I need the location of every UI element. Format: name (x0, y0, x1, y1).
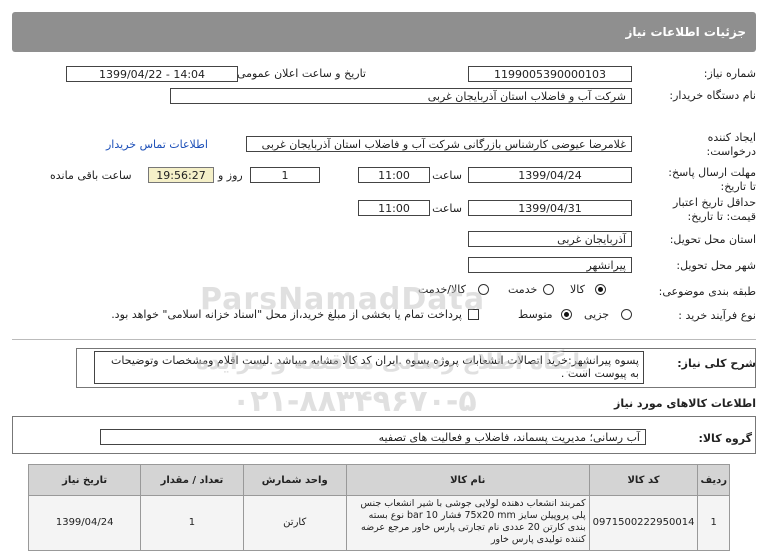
need-number-field[interactable]: 1199005390000103 (468, 66, 632, 82)
goods-section-title: اطلاعات کالاهای مورد نیاز (614, 397, 756, 410)
description-text: پسوه پیرانشهر:خرید اتصالات انشعابات پروژ… (94, 351, 644, 384)
validity-time-label: ساعت (432, 202, 462, 215)
cell-unit: کارتن (242, 495, 347, 551)
creator-label-line1: ایجاد کننده (707, 131, 756, 144)
process-option-medium: متوسط (518, 308, 553, 321)
deadline-time-label: ساعت (432, 169, 462, 182)
buyer-contact-link[interactable]: اطلاعات تماس خریدار (106, 138, 208, 151)
validity-label-line1: حداقل تاریخ اعتبار (672, 196, 756, 209)
process-radio-minor[interactable] (621, 309, 632, 320)
goods-group-label: گروه کالا: (698, 432, 752, 445)
deadline-date-field[interactable]: 1399/04/24 (468, 167, 632, 183)
creator-label-line2: درخواست: (706, 145, 756, 158)
goods-table-header: ردیف کد کالا نام کالا واحد شمارش تعداد /… (27, 464, 730, 496)
deadline-time-field[interactable]: 11:00 (358, 167, 430, 183)
goods-group-field[interactable]: آب رسانی؛ مدیریت پسماند، فاضلاب و فعالیت… (100, 429, 646, 445)
header-item-code: کد کالا (588, 464, 699, 496)
validity-date-field[interactable]: 1399/04/31 (468, 200, 632, 216)
cell-item-code: 0971500222950014 (588, 495, 699, 551)
announce-label: تاریخ و ساعت اعلان عمومی: (233, 67, 366, 80)
table-row[interactable]: 1 0971500222950014 کمربند انشعاب دهنده ل… (27, 495, 730, 551)
page-title: جزئیات اطلاعات نیاز (625, 25, 746, 39)
process-option-minor: جزیی (584, 308, 610, 321)
category-radio-service[interactable] (543, 284, 554, 295)
category-radio-goods-service[interactable] (478, 284, 489, 295)
page-header: جزئیات اطلاعات نیاز (12, 12, 756, 52)
process-radio-medium[interactable] (561, 309, 572, 320)
remaining-time-label: ساعت باقی مانده (50, 169, 132, 182)
deadline-label-line1: مهلت ارسال پاسخ: (668, 166, 756, 179)
treasury-payment-checkbox[interactable] (468, 309, 479, 320)
category-label: طبقه بندی موضوعی: (658, 285, 756, 298)
province-label: استان محل تحویل: (669, 233, 756, 246)
cell-item-name: کمربند انشعاب دهنده لولایی جوشی با شیر ا… (345, 495, 590, 551)
city-field[interactable]: پیرانشهر (468, 257, 632, 273)
cell-need-date: 1399/04/24 (27, 495, 142, 551)
creator-field[interactable]: غلامرضا عیوضی کارشناس بازرگانی شرکت آب و… (246, 136, 632, 152)
category-radio-goods[interactable] (595, 284, 606, 295)
deadline-label-line2: تا تاریخ: (720, 180, 756, 193)
section-divider (12, 339, 756, 340)
buyer-label: نام دستگاه خریدار: (669, 89, 756, 102)
category-option-goods: کالا (570, 283, 585, 296)
validity-time-field[interactable]: 11:00 (358, 200, 430, 216)
watermark-phone: ۰۲۱-۸۸۳۴۹۶۷۰-۵ (232, 384, 477, 419)
province-field[interactable]: آذربایجان غربی (468, 231, 632, 247)
header-item-name: نام کالا (345, 464, 590, 496)
buyer-field[interactable]: شرکت آب و فاضلاب استان آذربایجان غربی (170, 88, 632, 104)
category-option-service: خدمت (508, 283, 538, 296)
treasury-payment-note: پرداخت تمام یا بخشی از مبلغ خرید،از محل … (111, 308, 462, 321)
announce-field[interactable]: 1399/04/22 - 14:04 (66, 66, 238, 82)
header-need-date: تاریخ نیاز (27, 464, 142, 496)
header-unit: واحد شمارش (242, 464, 347, 496)
validity-label-line2: قیمت: تا تاریخ: (687, 210, 756, 223)
process-label: نوع فرآیند خرید : (678, 309, 756, 322)
header-quantity: تعداد / مقدار (140, 464, 244, 496)
cell-quantity: 1 (140, 495, 244, 551)
days-label: روز و (218, 169, 243, 182)
need-number-label: شماره نیاز: (703, 67, 756, 80)
days-remaining-field[interactable]: 1 (250, 167, 320, 183)
cell-row-number: 1 (697, 495, 730, 551)
remaining-time-field: 19:56:27 (148, 167, 214, 183)
goods-table: ردیف کد کالا نام کالا واحد شمارش تعداد /… (27, 464, 730, 551)
header-row-number: ردیف (697, 464, 730, 496)
category-option-goods-service: کالا/خدمت (418, 283, 466, 296)
city-label: شهر محل تحویل: (676, 259, 756, 272)
